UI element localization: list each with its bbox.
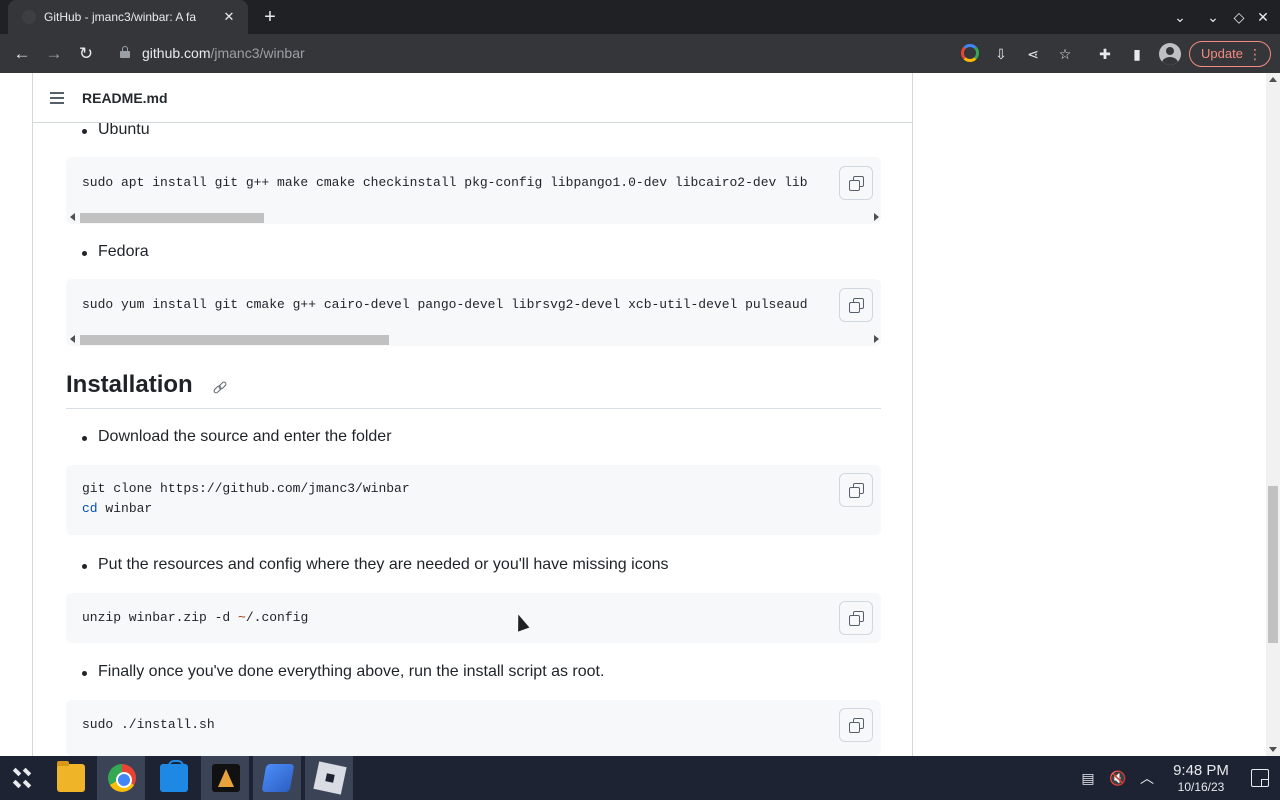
copy-icon bbox=[849, 611, 865, 627]
minimize-icon[interactable]: ⌄ bbox=[1202, 6, 1224, 28]
copy-icon bbox=[849, 176, 865, 192]
copy-icon bbox=[849, 718, 865, 734]
virtualbox-icon bbox=[261, 764, 295, 792]
url-text: github.com/jmanc3/winbar bbox=[142, 45, 305, 61]
url-domain: github.com bbox=[142, 45, 211, 61]
copy-button[interactable] bbox=[839, 473, 873, 507]
code-block-install: sudo ./install.sh bbox=[66, 700, 881, 756]
forward-icon[interactable]: → bbox=[42, 42, 66, 66]
code-keyword-cd: cd bbox=[82, 501, 98, 516]
google-lens-icon[interactable] bbox=[961, 44, 979, 62]
horizontal-scrollbar[interactable] bbox=[66, 332, 881, 346]
clipboard-icon[interactable]: ▤ bbox=[1078, 768, 1098, 788]
github-favicon-icon bbox=[22, 10, 36, 24]
readme-filename: README.md bbox=[82, 90, 168, 106]
tab-title: GitHub - jmanc3/winbar: A fa bbox=[44, 10, 197, 24]
code-unzip: unzip winbar.zip -d ~/.config bbox=[82, 608, 308, 628]
tab-search-icon[interactable]: ⌄ bbox=[1169, 6, 1191, 28]
tab-github[interactable]: GitHub - jmanc3/winbar: A fa ✕ bbox=[8, 0, 248, 34]
kicad-button[interactable] bbox=[201, 756, 249, 800]
copy-button[interactable] bbox=[839, 166, 873, 200]
files-button[interactable] bbox=[46, 756, 94, 800]
clock[interactable]: 9:48 PM 10/16/23 bbox=[1168, 762, 1234, 794]
chrome-icon bbox=[108, 764, 136, 792]
clock-date: 10/16/23 bbox=[1177, 780, 1225, 794]
scroll-up-arrow-icon[interactable] bbox=[1269, 77, 1277, 82]
copy-button[interactable] bbox=[839, 288, 873, 322]
browser-toolbar: ← → ↻ github.com/jmanc3/winbar ⇩ ⋖ ☆ ✚ ▮ bbox=[0, 34, 1280, 73]
readme-panel: Ubuntu sudo apt install git g++ make cma… bbox=[32, 73, 913, 756]
code-block-clone: git clone https://github.com/jmanc3/winb… bbox=[66, 465, 881, 535]
extensions-icon[interactable]: ✚ bbox=[1094, 43, 1116, 65]
list-item-resources: Put the resources and config where they … bbox=[82, 556, 669, 573]
code-ubuntu: sudo apt install git g++ make cmake chec… bbox=[82, 175, 808, 190]
heading-divider bbox=[66, 408, 881, 409]
url-path: /jmanc3/winbar bbox=[210, 45, 305, 61]
anchor-link-icon[interactable] bbox=[212, 380, 228, 396]
copy-icon bbox=[849, 483, 865, 499]
code-block-unzip: unzip winbar.zip -d ~/.config bbox=[66, 593, 881, 643]
page-content: Ubuntu sudo apt install git g++ make cma… bbox=[0, 73, 1280, 756]
list-item-ubuntu: Ubuntu bbox=[82, 121, 150, 138]
tab-close-icon[interactable]: ✕ bbox=[220, 8, 238, 26]
scroll-thumb[interactable] bbox=[1268, 486, 1278, 643]
reload-icon[interactable]: ↻ bbox=[74, 42, 98, 66]
new-tab-button[interactable]: + bbox=[258, 6, 282, 28]
maximize-icon[interactable]: ◇ bbox=[1228, 6, 1250, 28]
code-clone-line2: cd winbar bbox=[82, 499, 152, 519]
list-item-install: Finally once you've done everything abov… bbox=[81, 663, 605, 680]
install-app-icon[interactable]: ⇩ bbox=[990, 43, 1012, 65]
kicad-icon bbox=[212, 764, 240, 792]
page-vertical-scrollbar[interactable] bbox=[1266, 73, 1280, 756]
store-button[interactable] bbox=[149, 756, 197, 800]
code-install: sudo ./install.sh bbox=[82, 717, 215, 732]
code-unzip-cmd: unzip winbar.zip -d bbox=[82, 610, 239, 625]
list-item-fedora: Fedora bbox=[82, 243, 149, 260]
roblox-icon bbox=[313, 761, 347, 795]
lock-icon bbox=[120, 46, 130, 58]
share-icon[interactable]: ⋖ bbox=[1022, 43, 1044, 65]
code-clone-line1: git clone https://github.com/jmanc3/winb… bbox=[82, 481, 410, 496]
code-tilde: ~ bbox=[238, 610, 246, 625]
list-item-download: Download the source and enter the folder bbox=[82, 428, 392, 445]
code-unzip-path: /.config bbox=[245, 610, 309, 625]
tray-expand-icon[interactable]: ︿ bbox=[1137, 768, 1157, 788]
code-cd-arg: winbar bbox=[97, 501, 153, 516]
copy-icon bbox=[849, 298, 865, 314]
virtualbox-button[interactable] bbox=[253, 756, 301, 800]
side-panel-icon[interactable]: ▮ bbox=[1126, 43, 1148, 65]
taskbar: ▤ 🔇 ︿ 9:48 PM 10/16/23 bbox=[0, 756, 1280, 800]
bookmark-star-icon[interactable]: ☆ bbox=[1054, 43, 1076, 65]
update-label: Update bbox=[1201, 46, 1243, 61]
store-icon bbox=[160, 760, 188, 792]
back-icon[interactable]: ← bbox=[10, 42, 34, 66]
installation-heading: Installation bbox=[66, 371, 193, 398]
close-window-icon[interactable]: ✕ bbox=[1252, 6, 1274, 28]
code-block-ubuntu: sudo apt install git g++ make cmake chec… bbox=[66, 157, 881, 224]
code-block-fedora: sudo yum install git cmake g++ cairo-dev… bbox=[66, 279, 881, 346]
chrome-button[interactable] bbox=[97, 756, 145, 800]
address-bar[interactable]: github.com/jmanc3/winbar bbox=[110, 37, 950, 69]
files-icon bbox=[57, 761, 85, 792]
scroll-down-arrow-icon[interactable] bbox=[1269, 747, 1277, 752]
copy-button[interactable] bbox=[839, 708, 873, 742]
launcher-icon bbox=[11, 766, 35, 790]
horizontal-scrollbar[interactable] bbox=[66, 210, 881, 224]
menu-dots-icon: ⋮ bbox=[1248, 46, 1262, 62]
readme-header: README.md bbox=[33, 73, 912, 123]
launcher-button[interactable] bbox=[0, 756, 48, 800]
volume-muted-icon[interactable]: 🔇 bbox=[1108, 768, 1128, 788]
roblox-button[interactable] bbox=[305, 756, 353, 800]
tab-strip: GitHub - jmanc3/winbar: A fa ✕ + ⌄ ⌄ ◇ ✕ bbox=[0, 0, 1280, 34]
update-button[interactable]: Update ⋮ bbox=[1189, 41, 1271, 67]
show-desktop-icon[interactable] bbox=[1251, 769, 1269, 787]
outline-list-icon[interactable] bbox=[50, 92, 64, 104]
clock-time: 9:48 PM bbox=[1173, 762, 1229, 779]
profile-avatar[interactable] bbox=[1159, 43, 1181, 65]
copy-button[interactable] bbox=[839, 601, 873, 635]
code-fedora: sudo yum install git cmake g++ cairo-dev… bbox=[82, 297, 808, 312]
